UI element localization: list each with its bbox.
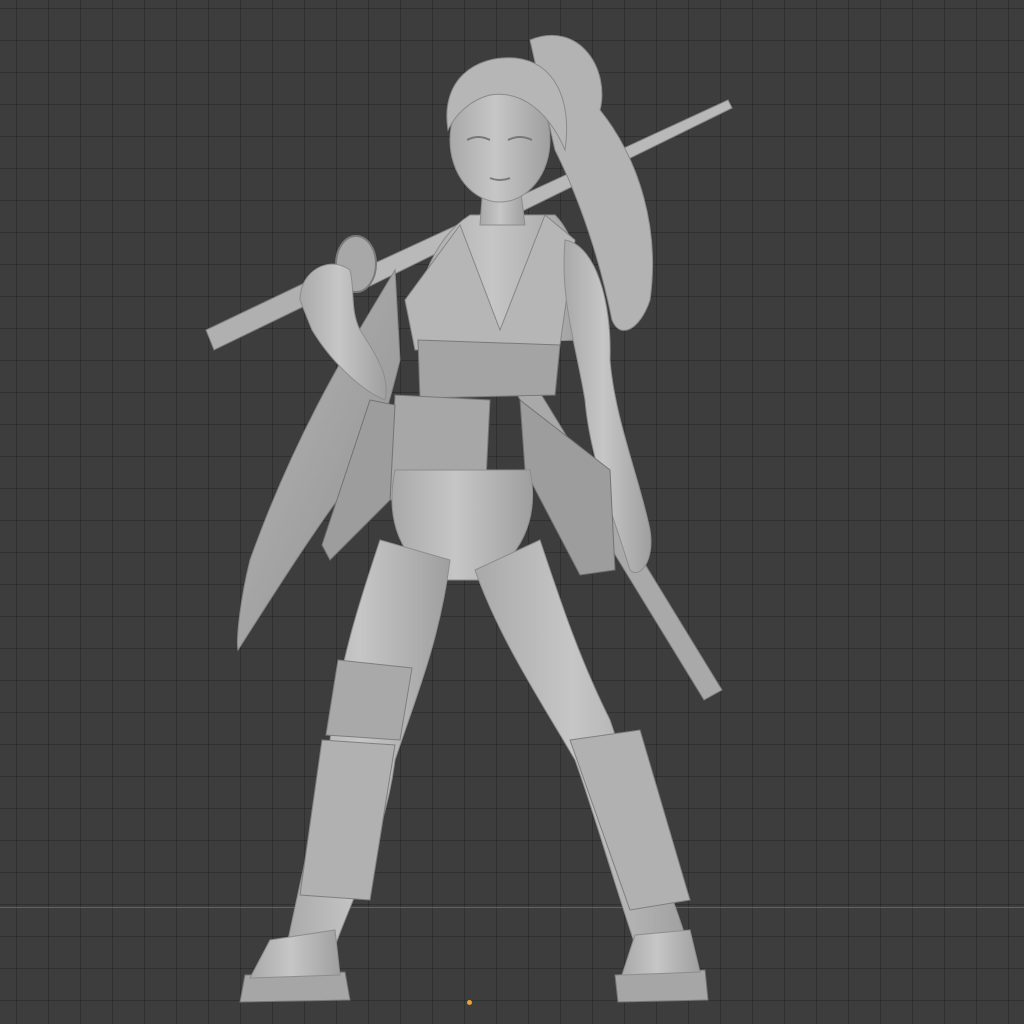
right-shin-guard [569,729,691,911]
3d-viewport[interactable] [0,0,1024,1024]
obi-belt [417,339,561,399]
sculpt-model[interactable] [0,0,1024,1024]
left-shin-guard [299,739,396,901]
left-foot [249,929,341,979]
origin-marker [467,1000,472,1005]
left-knee-wrap [325,659,413,741]
